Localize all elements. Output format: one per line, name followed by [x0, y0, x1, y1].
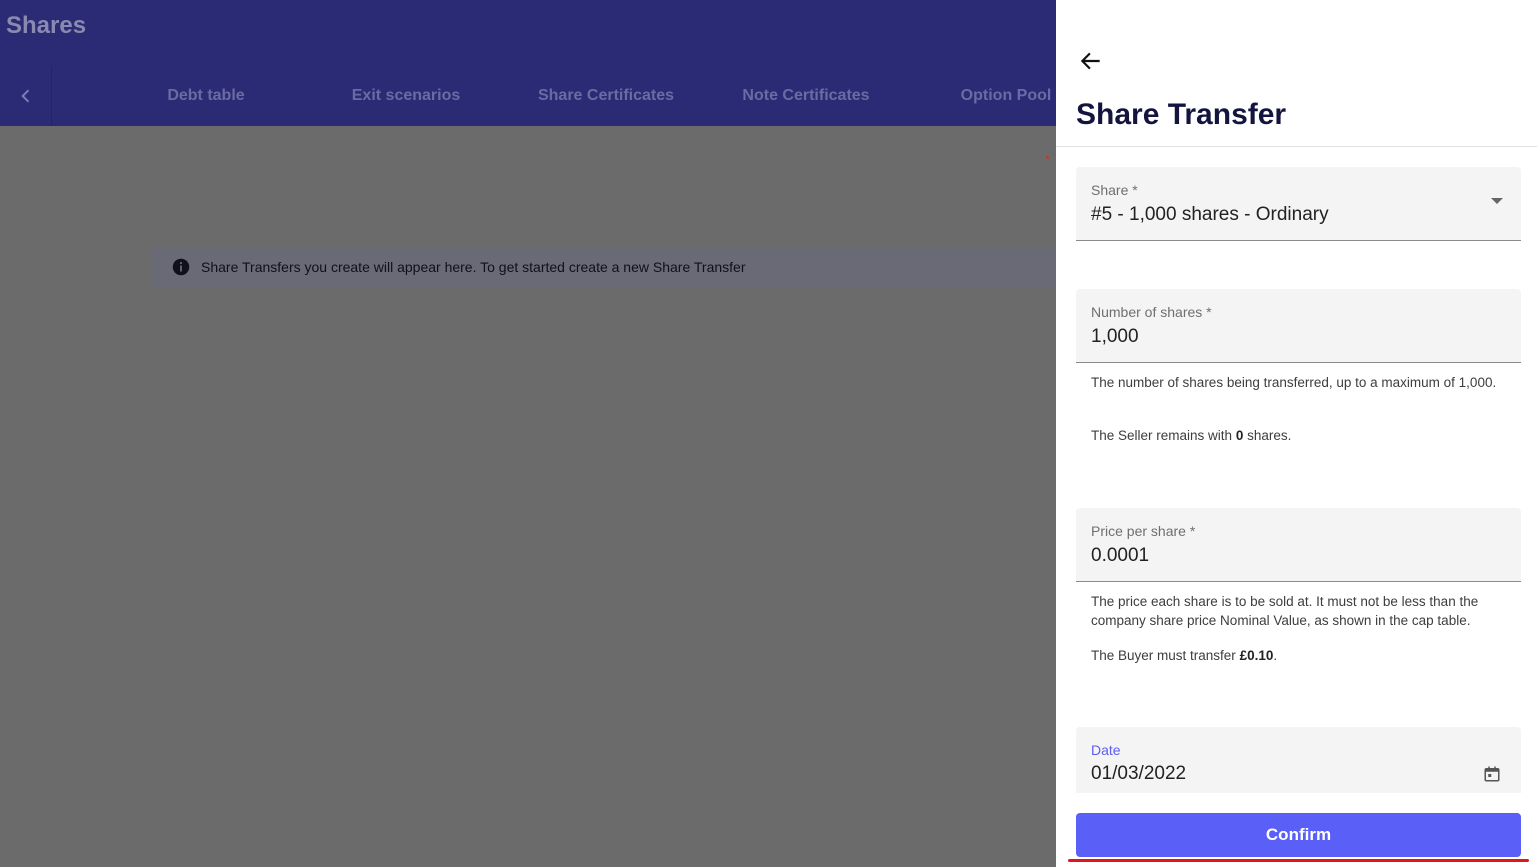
share-label: Share *: [1091, 182, 1138, 198]
info-text: Share Transfers you create will appear h…: [201, 259, 746, 275]
back-button[interactable]: [1076, 46, 1106, 76]
number-of-shares-input[interactable]: Number of shares * 1,000: [1076, 289, 1521, 363]
calendar-icon[interactable]: [1483, 765, 1501, 783]
info-icon: [172, 258, 190, 276]
info-banner: Share Transfers you create will appear h…: [151, 247, 1056, 287]
price-per-share-value: 0.0001: [1091, 545, 1150, 566]
date-input[interactable]: Date 01/03/2022: [1076, 727, 1521, 793]
number-of-shares-help: The number of shares being transferred, …: [1091, 375, 1497, 390]
price-per-share-label: Price per share *: [1091, 523, 1196, 539]
divider: [1056, 146, 1537, 147]
share-transfer-panel: Share Transfer Share * #5 - 1,000 shares…: [1056, 0, 1537, 867]
marker-dot: [1046, 156, 1049, 159]
date-label: Date: [1091, 742, 1121, 758]
tab-exit-scenarios[interactable]: Exit scenarios: [306, 66, 506, 126]
chevron-left-icon: [20, 89, 29, 103]
price-per-share-input[interactable]: Price per share * 0.0001: [1076, 508, 1521, 582]
highlight-underline: [1068, 859, 1529, 862]
number-of-shares-value: 1,000: [1091, 326, 1139, 347]
panel-title: Share Transfer: [1076, 98, 1287, 131]
tab-share-certificates[interactable]: Share Certificates: [506, 66, 706, 126]
number-of-shares-label: Number of shares *: [1091, 304, 1212, 320]
share-value: #5 - 1,000 shares - Ordinary: [1091, 204, 1329, 225]
page-title: Shares: [6, 12, 87, 39]
tab-debt-table[interactable]: Debt table: [106, 66, 306, 126]
confirm-button[interactable]: Confirm: [1076, 813, 1521, 857]
dropdown-arrow-icon: [1491, 198, 1503, 204]
buyer-transfer-text: The Buyer must transfer £0.10.: [1091, 648, 1278, 663]
arrow-left-icon: [1080, 52, 1100, 70]
tab-note-certificates[interactable]: Note Certificates: [706, 66, 906, 126]
price-per-share-help: The price each share is to be sold at. I…: [1091, 594, 1479, 628]
date-value: 01/03/2022: [1091, 763, 1187, 784]
share-select[interactable]: Share * #5 - 1,000 shares - Ordinary: [1076, 167, 1521, 241]
seller-remaining-text: The Seller remains with 0 shares.: [1091, 428, 1292, 443]
tab-scroll-left-button[interactable]: [0, 66, 52, 126]
